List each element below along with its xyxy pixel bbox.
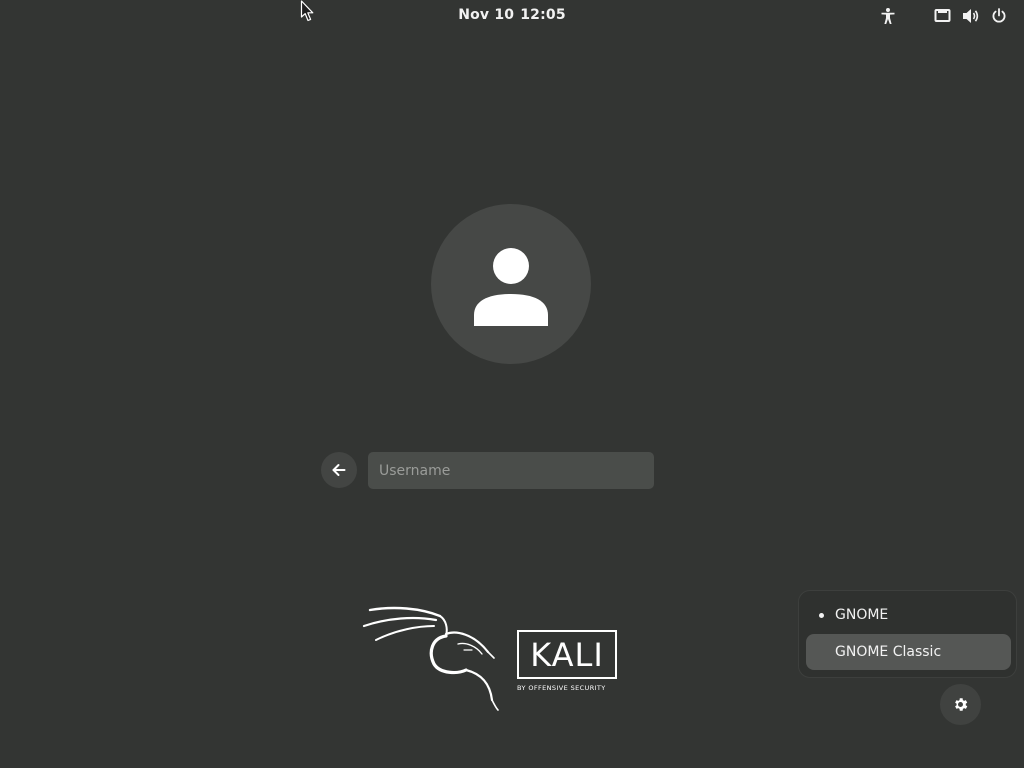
session-item-gnome-classic[interactable]: GNOME Classic [806,634,1011,670]
user-avatar [431,204,591,364]
session-item-gnome[interactable]: GNOME [806,597,1011,633]
login-screen: Nov 10 12:05 Username KALI BY OFFENSIVE … [0,0,1024,768]
network-wired-icon[interactable] [934,7,951,25]
power-icon[interactable] [990,7,1008,25]
kali-dragon-icon [362,606,499,711]
clock-time: 12:05 [520,7,566,23]
session-item-label: GNOME [835,607,889,623]
user-avatar-icon [474,248,548,326]
kali-tagline: BY OFFENSIVE SECURITY [517,684,606,692]
kali-logo: KALI BY OFFENSIVE SECURITY [362,604,624,714]
date-time-clock[interactable]: Nov 10 12:05 [0,7,1024,23]
kali-wordmark: KALI [530,636,604,674]
session-menu: GNOME GNOME Classic [798,590,1017,678]
accessibility-icon[interactable] [879,7,897,25]
selected-dot-icon [819,613,824,618]
gear-icon [955,698,968,711]
clock-date: Nov 10 [458,7,515,23]
session-item-label: GNOME Classic [835,644,942,660]
volume-icon[interactable] [962,7,980,25]
username-input[interactable] [368,452,654,489]
kali-wordmark-box: KALI [517,630,617,679]
arrow-left-icon [332,464,346,476]
session-settings-button[interactable] [940,684,981,725]
back-button[interactable] [321,452,357,488]
top-bar: Nov 10 12:05 [0,0,1024,32]
mouse-pointer-icon [300,0,316,24]
